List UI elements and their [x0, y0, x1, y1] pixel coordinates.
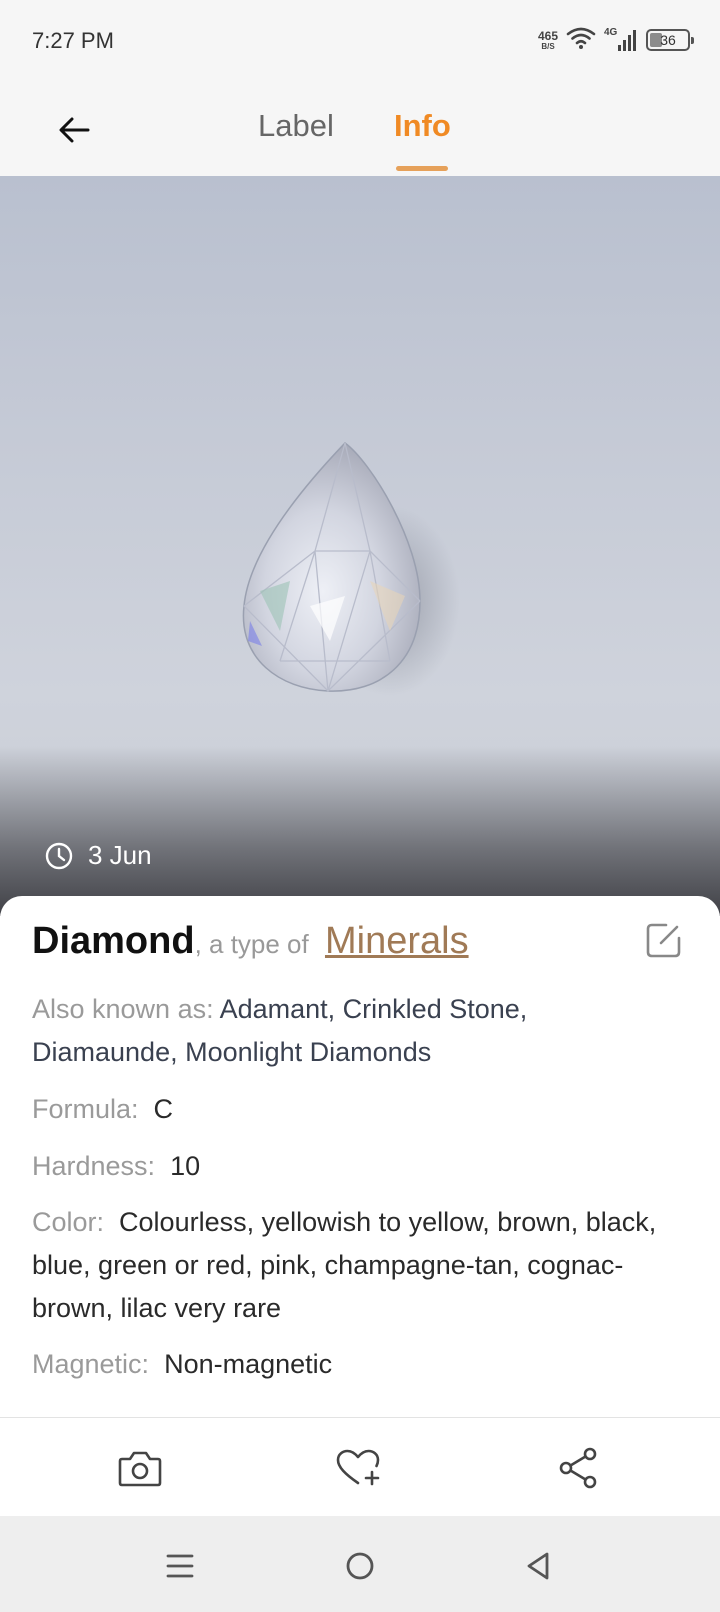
title-row: Diamond , a type of Minerals — [32, 920, 469, 963]
menu-icon — [166, 1554, 194, 1578]
status-icons: 465 B/S 4G 36 — [538, 24, 694, 56]
field-magnetic: Magnetic: Non-magnetic — [32, 1343, 672, 1386]
info-card: Diamond , a type of Minerals Also known … — [0, 896, 720, 1418]
formula-label: Formula: — [32, 1094, 139, 1124]
field-formula: Formula: C — [32, 1088, 672, 1131]
species-name: Diamond — [32, 920, 195, 962]
hardness-value: 10 — [170, 1151, 201, 1181]
battery-level: 36 — [660, 32, 676, 48]
aka-label: Also known as: — [32, 994, 220, 1024]
field-color: Color: Colourless, yellowish to yellow, … — [32, 1201, 672, 1330]
formula-value: C — [153, 1094, 174, 1124]
camera-button[interactable] — [112, 1440, 168, 1496]
app-header: Label Info — [0, 82, 720, 176]
share-icon — [559, 1447, 597, 1489]
camera-icon — [118, 1451, 162, 1487]
magnetic-value: Non-magnetic — [164, 1349, 333, 1379]
add-favorite-button[interactable] — [330, 1440, 386, 1496]
photo-gradient-overlay — [0, 746, 720, 916]
tab-label[interactable]: Label — [258, 108, 334, 144]
action-bar — [0, 1418, 720, 1516]
status-bar: 7:27 PM 465 B/S 4G 36 — [0, 0, 720, 82]
recent-apps-button[interactable] — [158, 1544, 202, 1588]
tab-bar: Label Info — [0, 82, 720, 176]
tab-info[interactable]: Info — [394, 108, 451, 144]
diamond-gem-image — [242, 442, 460, 696]
system-back-button[interactable] — [516, 1544, 560, 1588]
status-time: 7:27 PM — [32, 28, 114, 53]
color-label: Color: — [32, 1207, 105, 1237]
back-triangle-icon — [527, 1552, 549, 1580]
wifi-icon — [566, 26, 596, 55]
edit-button[interactable] — [644, 920, 684, 960]
hardness-label: Hardness: — [32, 1151, 156, 1181]
heart-plus-icon — [336, 1449, 380, 1486]
active-tab-indicator — [396, 166, 448, 171]
field-hardness: Hardness: 10 — [32, 1145, 672, 1188]
photo-date: 3 Jun — [44, 840, 152, 871]
cellular-signal-icon: 4G — [604, 27, 638, 53]
color-value: Colourless, yellowish to yellow, brown, … — [32, 1207, 657, 1323]
battery-icon: 36 — [646, 29, 694, 51]
network-speed-unit: B/S — [541, 41, 555, 51]
network-speed: 465 B/S — [538, 30, 558, 51]
specimen-photo[interactable]: 3 Jun — [0, 176, 720, 916]
magnetic-label: Magnetic: — [32, 1349, 150, 1379]
type-of-text: , a type of — [194, 929, 316, 959]
edit-icon — [646, 923, 681, 958]
home-icon — [346, 1552, 374, 1580]
clock-icon — [45, 842, 73, 869]
network-speed-value: 465 — [537, 28, 558, 43]
system-navigation-bar — [0, 1516, 720, 1612]
share-button[interactable] — [550, 1440, 606, 1496]
home-button[interactable] — [338, 1544, 382, 1588]
photo-date-text: 3 Jun — [88, 840, 152, 870]
field-also-known-as: Also known as: Adamant, Crinkled Stone, … — [32, 988, 672, 1074]
category-link[interactable]: Minerals — [325, 920, 469, 963]
